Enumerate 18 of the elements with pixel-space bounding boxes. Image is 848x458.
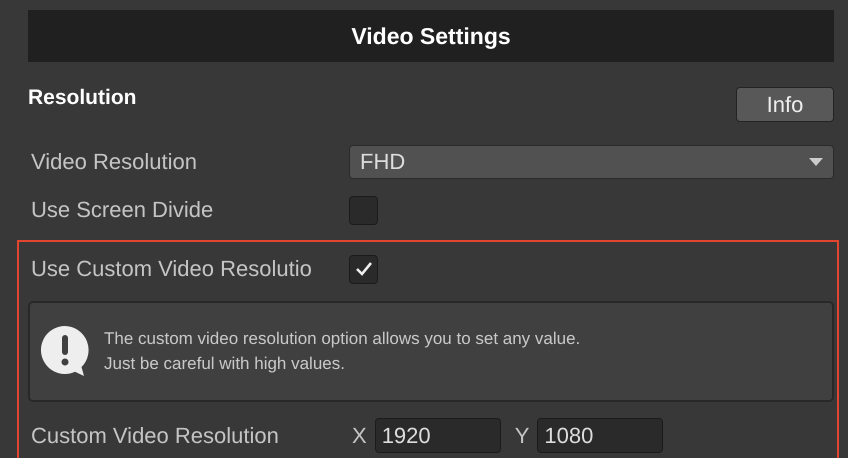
- axis-label: Y: [514, 422, 530, 449]
- height-field[interactable]: 1080: [537, 418, 664, 454]
- checkbox[interactable]: [349, 254, 378, 284]
- field-label: Use Custom Video Resolutio: [30, 256, 313, 282]
- resolution-dropdown[interactable]: FHD: [349, 145, 834, 179]
- checkbox[interactable]: [349, 196, 378, 224]
- info-button[interactable]: Info: [736, 87, 834, 122]
- help-message: The custom video resolution option allows you to set any value. Just be careful with high values.: [104, 328, 580, 376]
- warning-icon: [40, 325, 90, 378]
- checkmark-icon: [354, 261, 372, 278]
- field-label: Use Screen Divide: [30, 197, 214, 223]
- axis-label: X: [352, 422, 367, 449]
- dropdown-arrow-icon: [809, 158, 823, 166]
- field-label: Custom Video Resolution: [30, 422, 280, 449]
- field-label: Video Resolution: [30, 149, 198, 175]
- panel-title: Video Settings: [28, 10, 834, 62]
- section-title: Resolution: [28, 86, 136, 110]
- width-field[interactable]: 1920: [374, 418, 501, 454]
